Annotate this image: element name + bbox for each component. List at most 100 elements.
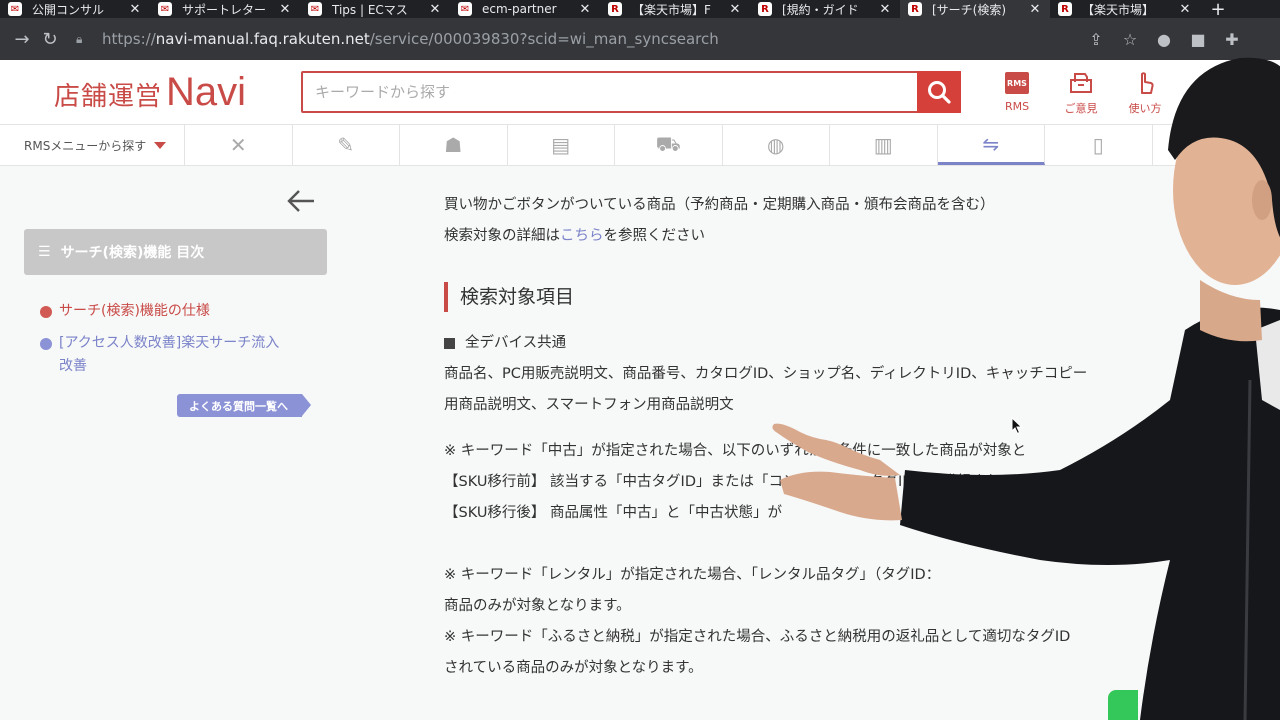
puzzle-icon[interactable]: ✚ [1222,30,1242,49]
toc-header[interactable]: ☰ サーチ(検索)機能 目次 [24,229,327,275]
browser-tab[interactable]: ✉ Tips | ECマス ✕ [300,0,450,18]
toc-item-access-improvement[interactable]: [アクセス人数改善]楽天サーチ流入改善 [40,332,300,378]
back-arrow-icon[interactable]: → [8,29,36,50]
browser-tab-active[interactable]: R [サーチ(検索) ✕ [900,0,1050,18]
search-button[interactable] [917,71,961,113]
intro-line: 検索対象の詳細はこちらを参照ください [444,221,1280,252]
favicon-icon: ✉ [458,2,472,16]
share-icon[interactable]: ⇪ [1086,30,1106,49]
note-line: ※ キーワード「レンタル」が指定された場合、「レンタル品タグ」（タグID： [444,567,941,583]
chat-widget-button[interactable] [1108,690,1138,720]
faq-list-button[interactable]: よくある質問一覧へ [177,394,311,417]
palette-icon: ✎ [337,133,355,157]
browser-tab[interactable]: ✉ ecm-partner ✕ [450,0,600,18]
rms-menu-dropdown[interactable]: RMSメニューから探す [0,125,185,165]
favicon-icon: ✉ [8,2,22,16]
feedback-icon [1070,73,1092,93]
browser-tab[interactable]: ✉ サポートレター ✕ [150,0,300,18]
subheading-text: 全デバイス共通 [465,335,567,351]
close-icon[interactable]: ✕ [428,2,442,17]
toc-item-spec[interactable]: サーチ(検索)機能の仕様 [40,300,210,323]
logo-text-jp: 店舗運営 [54,82,163,112]
close-icon[interactable]: ✕ [278,2,292,17]
favicon-icon: ✉ [308,2,322,16]
bookmark-star-icon[interactable]: ☆ [1120,30,1140,49]
browser-tab-strip: ✉ 公開コンサル ✕ ✉ サポートレター ✕ ✉ Tips | ECマス ✕ ✉ ecm-pa… [0,0,1280,18]
site-logo[interactable]: 店舗運営 Navi [54,70,246,115]
subheading: 全デバイス共通 [444,328,1280,359]
rakuten-favicon-icon: R [758,2,772,16]
close-icon[interactable]: ✕ [578,2,592,17]
bullet-dot-icon [40,338,52,350]
new-tab-icon[interactable]: + [1208,0,1228,18]
note-line: 商品のみが対象となります。 [444,598,631,614]
logo-text-en: Navi [166,70,247,114]
handshake-icon: ⇋ [982,131,1000,156]
menu-category-design[interactable]: ✎ [293,125,400,165]
extension-icon[interactable]: ■ [1188,30,1208,49]
browser-address-bar: → ↻ 🔒︎ https://navi-manual.faq.rakuten.n… [0,18,1280,60]
note-line: されている商品のみが対象となります。 [444,660,703,676]
note-line: 【SKU移行前】 該当する「中古タグID」または「コンディションタグID」が登録… [444,474,1001,490]
close-icon[interactable]: ✕ [128,2,142,17]
url-scheme: https:// [102,30,156,48]
extension-icon[interactable]: ● [1154,30,1174,49]
list-icon: ☰ [38,244,51,260]
menu-category-pages[interactable]: ▤ [508,125,615,165]
close-icon[interactable]: ✕ [728,2,742,17]
header-link-label: 使い方 [1128,102,1162,115]
note-line: ※ キーワード「中古」が指定された場合、以下のいずれかの条件に一致した商品が対象… [444,443,1027,459]
chevron-down-icon [154,141,167,149]
close-icon[interactable]: ✕ [1178,2,1192,17]
url-field[interactable]: 🔒︎ https://navi-manual.faq.rakuten.net/s… [76,24,1086,54]
page: 店舗運営 Navi RMS RMS [0,60,1280,720]
menu-category-analytics[interactable]: ▥ [830,125,938,165]
browser-tab[interactable]: R 【楽天市場】F ✕ [600,0,750,18]
search-fields-block: 全デバイス共通 商品名、PC用販売説明文、商品番号、カタログID、ショップ名、デ… [444,328,1280,421]
favicon-icon: ✉ [158,2,172,16]
note-line: 【SKU移行後】 商品属性「中古」と「中古状態」が [444,505,783,521]
lock-icon: 🔒︎ [76,32,83,46]
url-host: navi-manual.faq.rakuten.net [155,30,370,48]
reload-icon[interactable]: ↻ [36,29,64,50]
browser-tab[interactable]: R 【楽天市場】 ✕ [1050,0,1200,18]
header-link-label: ご意見 [1064,102,1098,115]
header-links: RMS RMS ご意見 使い方 [995,70,1167,116]
menu-category-partnership[interactable]: ⇋ [937,125,1045,165]
fields-line: 用商品説明文、スマートフォン用商品説明文 [444,397,734,413]
search-input[interactable] [303,73,917,111]
close-icon[interactable]: ✕ [878,2,892,17]
hand-pointer-icon [1141,72,1154,94]
menu-category-payment[interactable]: ◍ [723,125,830,165]
rms-menu-dropdown-label: RMSメニューから探す [24,138,147,153]
rakuten-favicon-icon: R [608,2,622,16]
bar-chart-icon: ▥ [873,133,893,157]
menu-category-other[interactable]: ▯ [1045,125,1153,165]
truck-icon: ⛟ [655,131,681,156]
site-header: 店舗運営 Navi RMS RMS [0,60,1280,124]
header-link-rms[interactable]: RMS RMS [995,70,1039,116]
bullet-dot-icon [40,306,52,318]
section-heading: 検索対象項目 [444,282,574,312]
header-link-howto[interactable]: 使い方 [1123,70,1167,116]
category-menu-bar: RMSメニューから探す ✕ ✎ ☗ ▤ ⛟ ◍ ▥ ⇋ ▯ [0,124,1280,166]
search-box [301,71,961,113]
header-link-feedback[interactable]: ご意見 [1059,70,1103,116]
document-icon: ▤ [551,133,571,157]
rms-icon: RMS [1005,72,1029,94]
intro-text: 買い物かごボタンがついている商品（予約商品・定期購入商品・頒布会商品を含む） 検… [444,190,1280,252]
menu-category-staff[interactable]: ☗ [400,125,508,165]
details-link[interactable]: こちら [560,228,604,244]
menu-category-shipping[interactable]: ⛟ [615,125,723,165]
back-arrow-icon[interactable] [286,188,316,214]
note-line: ※ キーワード「ふるさと納税」が指定された場合、ふるさと納税用の返礼品として適切… [444,629,1071,645]
intro-text-part: を参照ください [603,228,706,244]
browser-tab[interactable]: ✉ 公開コンサル ✕ [0,0,150,18]
toc-title: サーチ(検索)機能 目次 [60,245,205,261]
note-used-block: ※ キーワード「中古」が指定された場合、以下のいずれかの条件に一致した商品が対象… [444,436,1280,529]
people-icon: ☗ [444,133,463,157]
close-icon[interactable]: ✕ [1028,2,1042,17]
menu-category-tools[interactable]: ✕ [185,125,293,165]
coin-icon: ◍ [767,133,785,157]
browser-tab[interactable]: R [規約・ガイド ✕ [750,0,900,18]
